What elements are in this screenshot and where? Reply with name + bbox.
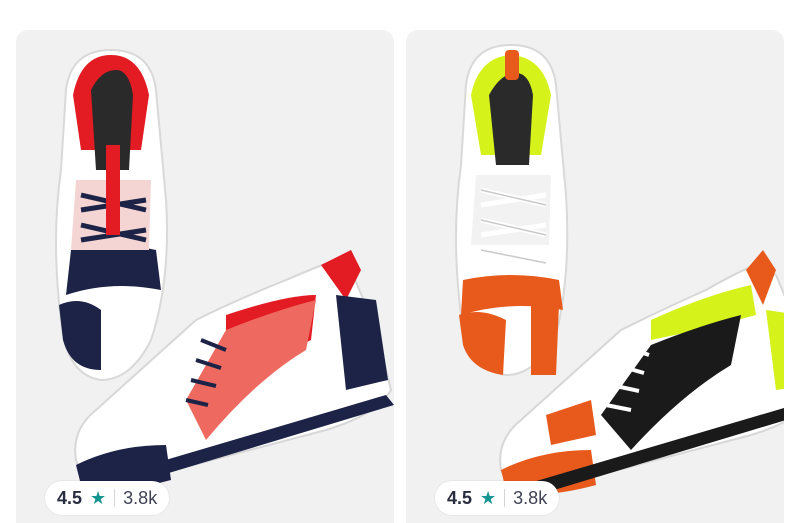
rating-pill: 4.5 ★ 3.8k	[45, 481, 170, 515]
rating-count: 3.8k	[123, 487, 158, 508]
product-image[interactable]	[406, 30, 784, 523]
star-icon: ★	[480, 488, 497, 508]
product-card[interactable]: 4.5 ★ 3.8k	[16, 30, 394, 523]
product-card[interactable]: 4.5 ★ 3.8k	[406, 30, 784, 523]
star-icon: ★	[90, 488, 107, 508]
product-image[interactable]	[16, 30, 394, 523]
divider	[114, 489, 116, 507]
rating-count: 3.8k	[513, 487, 548, 508]
rating-pill: 4.5 ★ 3.8k	[435, 481, 560, 515]
rating-value: 4.5	[447, 487, 473, 508]
rating-value: 4.5	[57, 487, 83, 508]
divider	[504, 489, 506, 507]
